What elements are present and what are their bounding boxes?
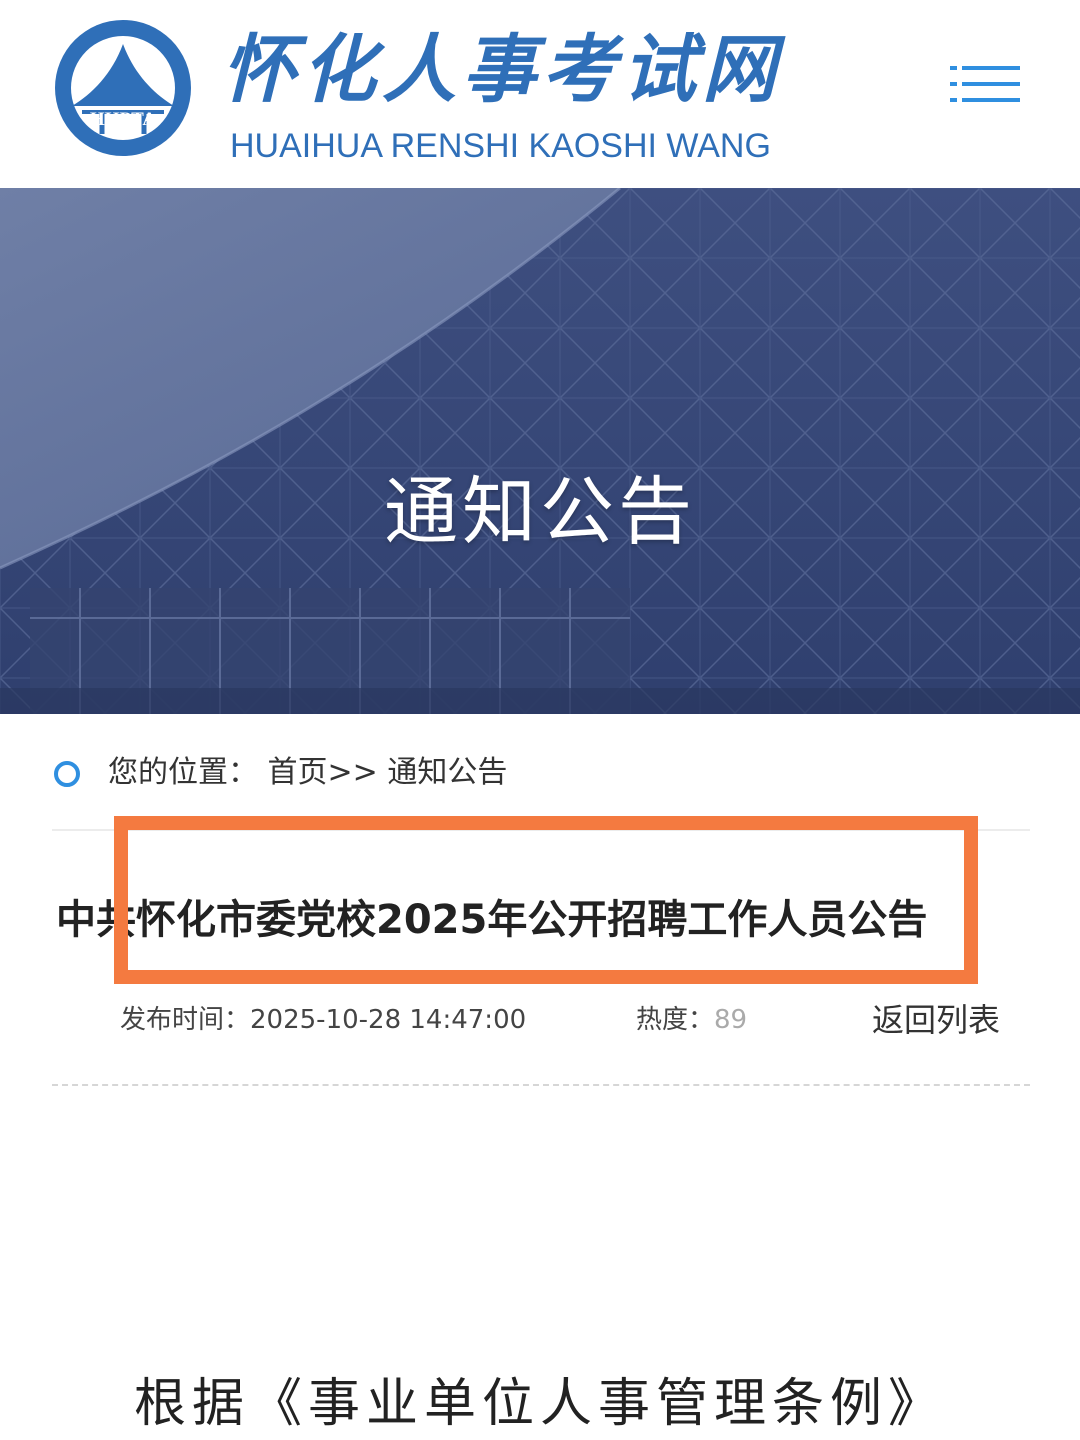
banner: 通知公告	[0, 188, 1080, 714]
location-dot-icon	[54, 761, 80, 787]
heat-label: 热度：	[636, 1005, 715, 1035]
hamburger-menu-icon	[950, 66, 1020, 102]
article-title: 中共怀化市委党校2025年公开招聘工作人员公告	[56, 897, 928, 943]
dashed-divider	[52, 1084, 1030, 1086]
publish-time-label: 发布时间：	[120, 1005, 251, 1035]
breadcrumb: 您的位置： 首页>> 通知公告	[52, 748, 1032, 798]
back-to-list-link[interactable]: 返回列表	[872, 996, 1022, 1044]
breadcrumb-prefix: 您的位置：	[108, 755, 258, 790]
page: HHPTA 怀化人事考试网 HUAIHUA RENSHI KAOSHI WANG	[0, 0, 1080, 1440]
banner-building-image	[0, 188, 1080, 714]
publish-time-value: 2025-10-28 14:47:00	[250, 1005, 527, 1035]
menu-button[interactable]	[950, 62, 1022, 110]
site-header: HHPTA 怀化人事考试网 HUAIHUA RENSHI KAOSHI WANG	[0, 0, 1080, 188]
site-name-english: HUAIHUA RENSHI KAOSHI WANG	[230, 127, 771, 165]
publish-time: 发布时间：2025-10-28 14:47:00	[120, 998, 526, 1042]
breadcrumb-current-link[interactable]: 通知公告	[387, 755, 507, 790]
banner-title: 通知公告	[384, 469, 696, 555]
heat-value: 89	[714, 1005, 748, 1035]
heat-count: 热度：89	[636, 998, 747, 1042]
breadcrumb-home-link[interactable]: 首页	[268, 755, 328, 790]
divider	[52, 829, 1030, 831]
site-name-chinese: 怀化人事考试网	[222, 27, 782, 113]
hhpta-logo[interactable]: HHPTA	[52, 14, 194, 162]
article-body-first-line: 根据《事业单位人事管理条例》	[133, 1374, 946, 1434]
breadcrumb-separator: >>	[327, 755, 378, 790]
logo-text: HHPTA	[90, 109, 156, 130]
